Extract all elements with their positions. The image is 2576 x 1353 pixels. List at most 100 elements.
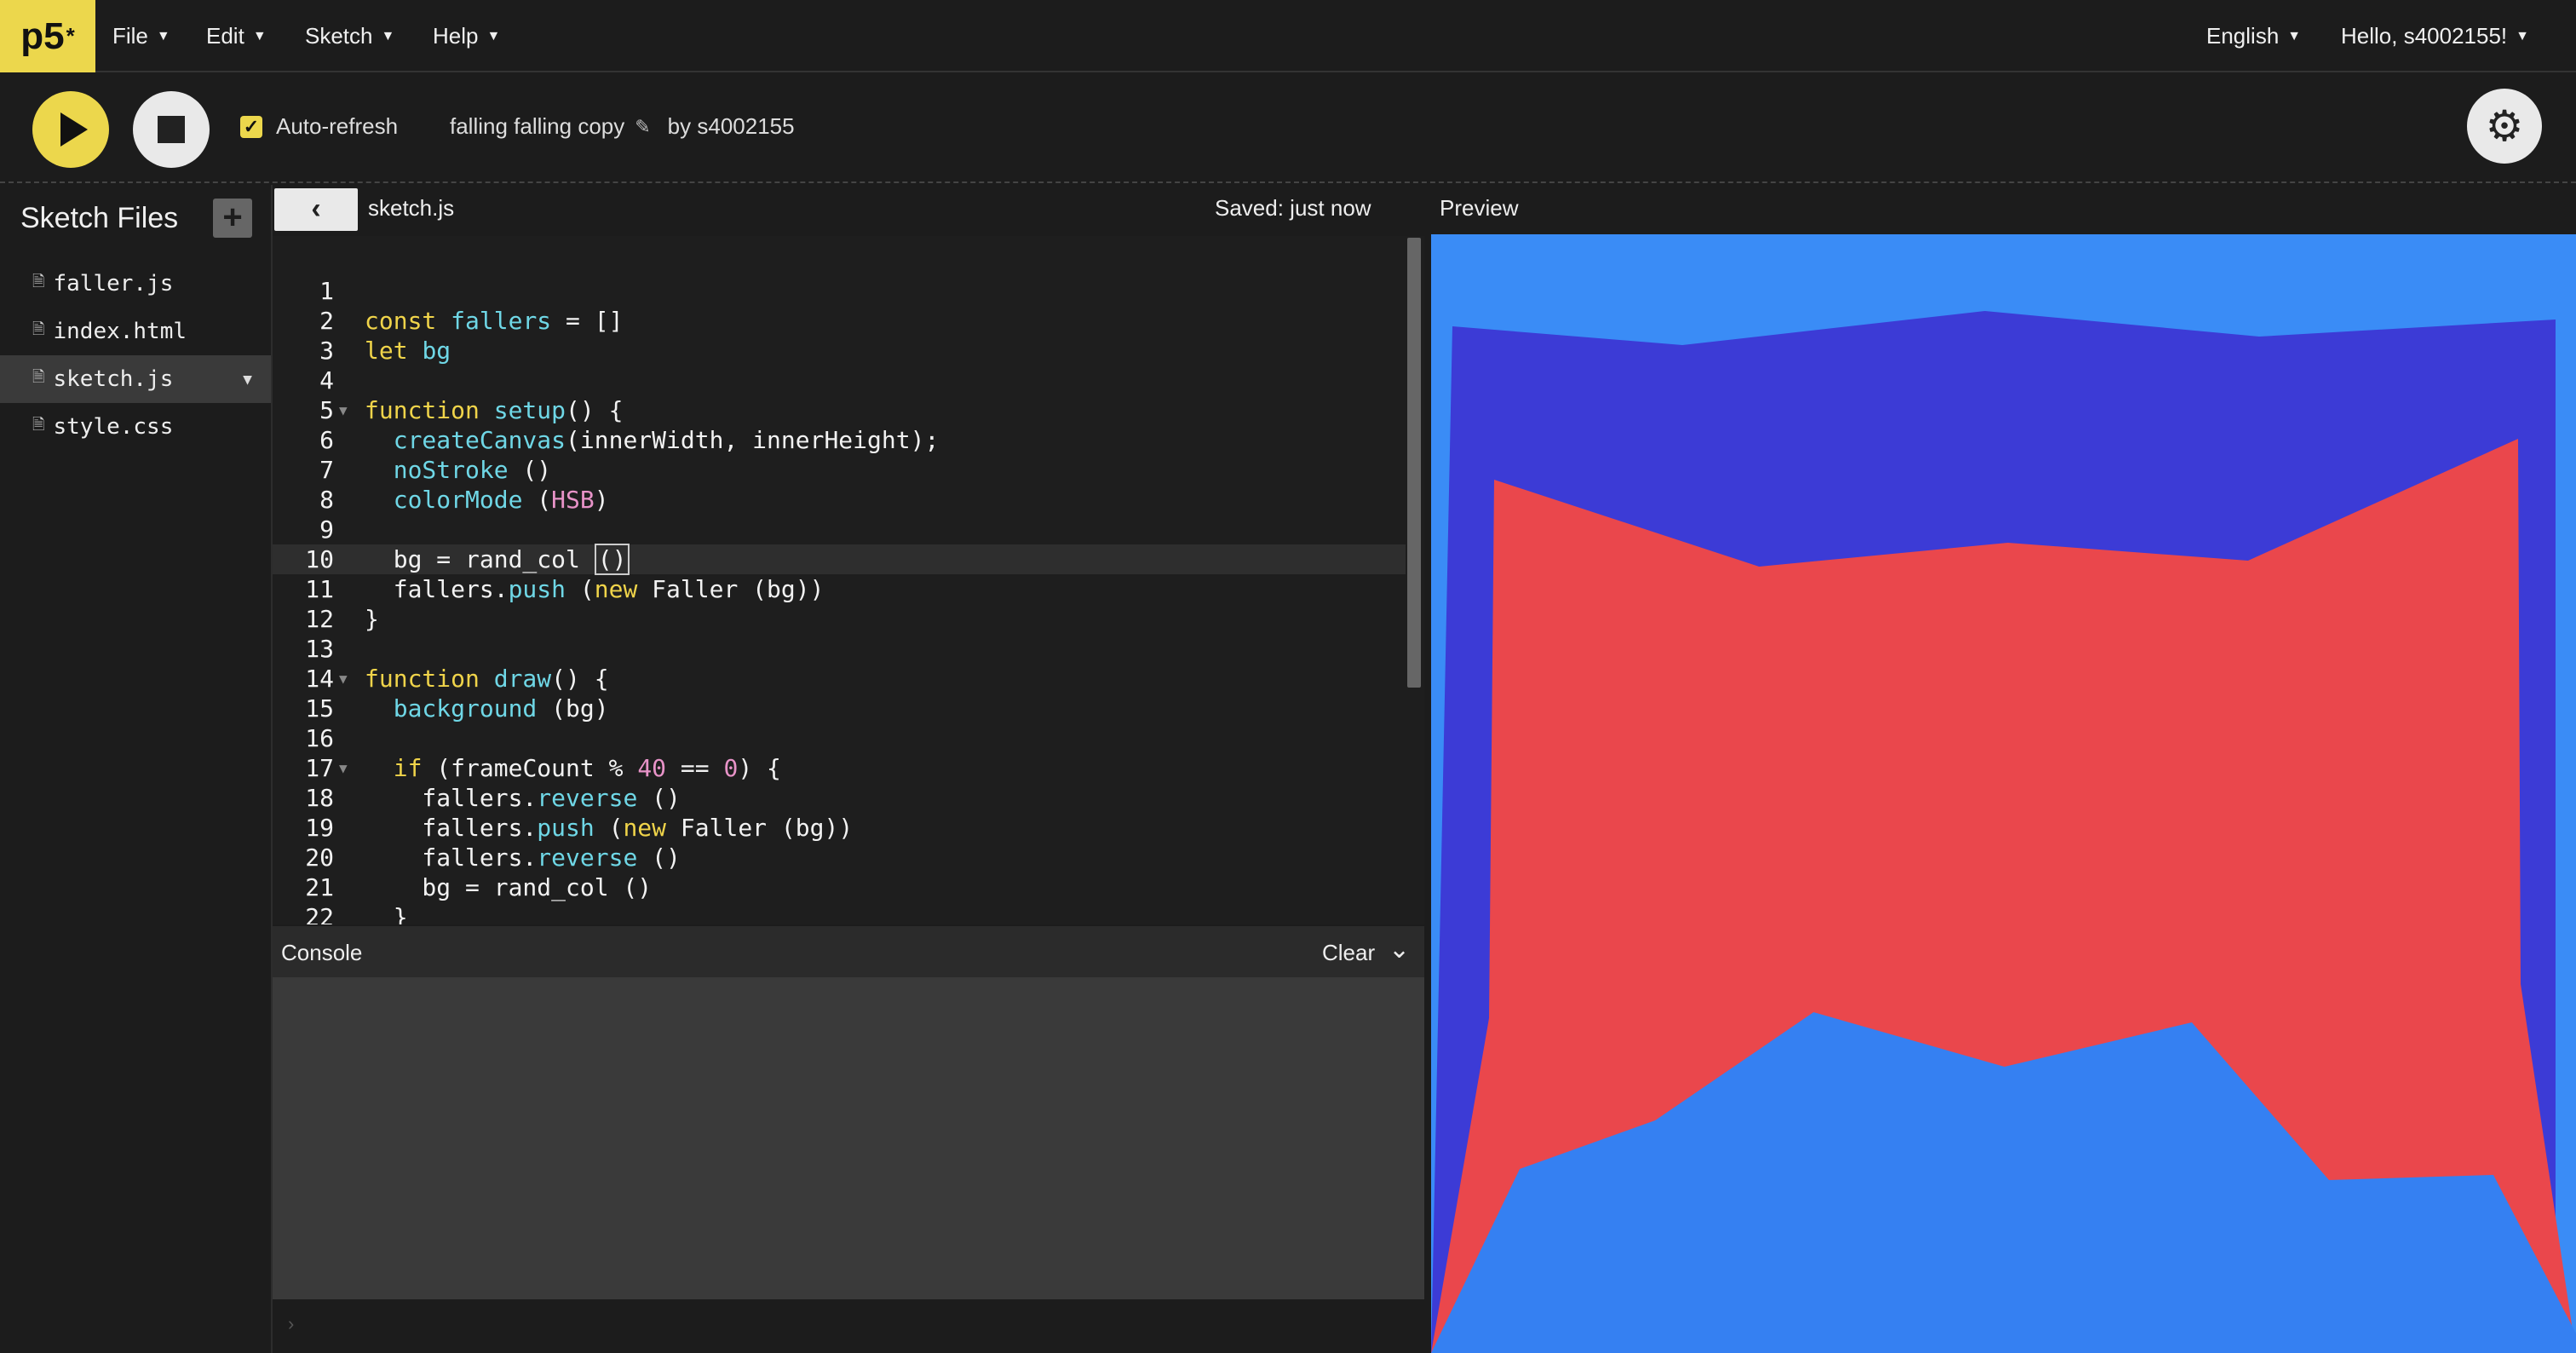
chevron-left-icon: ‹	[311, 193, 321, 225]
add-file-button[interactable]: +	[213, 199, 252, 238]
file-icon: 🗎	[32, 416, 45, 434]
code-text[interactable]: let bg	[365, 336, 451, 366]
line-number: 18	[305, 784, 334, 812]
code-line[interactable]: 21 bg = rand_col ()	[273, 872, 1406, 902]
sketch-name-text[interactable]: falling falling copy	[450, 113, 624, 140]
code-text[interactable]: fallers.push (new Faller (bg))	[365, 574, 825, 604]
code-text[interactable]: bg = rand_col ()	[365, 872, 652, 902]
pencil-icon[interactable]: ✎	[635, 116, 650, 138]
code-lines[interactable]: 1 2 const fallers = [] 3 let bg 4 5 ▼ function s…	[273, 236, 1406, 924]
code-text[interactable]: }	[365, 604, 379, 634]
code-line[interactable]: 17 ▼ if (frameCount % 40 == 0) {	[273, 753, 1406, 783]
stop-button[interactable]	[133, 91, 210, 168]
code-line[interactable]: 11 fallers.push (new Faller (bg))	[273, 574, 1406, 604]
file-item-index-html[interactable]: 🗎 index.html	[0, 308, 271, 355]
chevron-down-icon[interactable]: ▼	[243, 371, 252, 389]
file-list: 🗎 faller.js 🗎 index.html 🗎 sketch.js ▼ 🗎 styl…	[0, 260, 271, 451]
auto-refresh-toggle[interactable]: ✓ Auto-refresh	[240, 113, 398, 140]
code-text[interactable]: bg = rand_col ()	[365, 544, 630, 575]
toolbar: ✓ Auto-refresh falling falling copy ✎ by…	[0, 72, 2576, 183]
code-line[interactable]: 8 colorMode (HSB)	[273, 485, 1406, 515]
line-number: 2	[319, 307, 334, 335]
file-item-sketch-js[interactable]: 🗎 sketch.js ▼	[0, 355, 271, 403]
code-text[interactable]: function setup() {	[365, 395, 623, 425]
code-line[interactable]: 10 bg = rand_col ()	[273, 544, 1406, 575]
file-item-style-css[interactable]: 🗎 style.css	[0, 403, 271, 451]
logo-text: p5	[20, 14, 65, 57]
play-button[interactable]	[32, 91, 109, 168]
code-text[interactable]: fallers.push (new Faller (bg))	[365, 813, 853, 843]
code-text[interactable]: createCanvas(innerWidth, innerHeight);	[365, 425, 940, 455]
code-line[interactable]: 12}	[273, 604, 1406, 634]
code-text[interactable]: fallers.reverse ()	[365, 783, 680, 813]
language-label: English	[2206, 23, 2280, 49]
auto-refresh-label: Auto-refresh	[276, 113, 399, 139]
line-number: 9	[319, 515, 334, 544]
code-line[interactable]: 3 let bg	[273, 336, 1406, 366]
code-line[interactable]: 7 noStroke ()	[273, 455, 1406, 485]
code-text[interactable]: if (frameCount % 40 == 0) {	[365, 753, 781, 783]
saved-status: Saved: just now	[1215, 195, 1371, 221]
file-item-faller-js[interactable]: 🗎 faller.js	[0, 260, 271, 308]
code-line[interactable]: 22 }	[273, 902, 1406, 924]
code-line[interactable]: 19 fallers.push (new Faller (bg))	[273, 813, 1406, 843]
code-text[interactable]: function draw() {	[365, 664, 609, 694]
code-line[interactable]: 2 const fallers = []	[273, 306, 1406, 336]
p5-logo[interactable]: p5 *	[0, 0, 95, 72]
menu-help-label: Help	[433, 23, 479, 49]
code-line[interactable]: 20 fallers.reverse ()	[273, 843, 1406, 872]
code-line[interactable]: 6 createCanvas(innerWidth, innerHeight);	[273, 425, 1406, 455]
sidebar-title: Sketch Files	[20, 202, 179, 234]
chevron-down-icon: ▼	[2287, 28, 2302, 43]
menu-file[interactable]: File ▼	[112, 0, 170, 72]
fold-toggle-icon[interactable]: ▼	[339, 395, 348, 425]
code-line[interactable]: 14 ▼ function draw() {	[273, 664, 1406, 694]
code-line[interactable]: 16	[273, 723, 1406, 753]
preview-label: Preview	[1440, 195, 1519, 221]
code-text[interactable]: }	[365, 902, 408, 924]
menu-help[interactable]: Help ▼	[433, 0, 500, 72]
code-line[interactable]: 9	[273, 515, 1406, 544]
code-line[interactable]: 4	[273, 366, 1406, 395]
code-line[interactable]: 13	[273, 634, 1406, 664]
code-line[interactable]: 1	[273, 276, 1406, 306]
console-header: Console Clear ⌄	[273, 926, 1424, 977]
language-selector[interactable]: English ▼	[2206, 0, 2301, 72]
console-input[interactable]: ›	[273, 1299, 1424, 1353]
preview-canvas-svg	[1431, 311, 2576, 1353]
code-text[interactable]: fallers.reverse ()	[365, 843, 680, 872]
fold-toggle-icon[interactable]: ▼	[339, 753, 348, 783]
code-line[interactable]: 5 ▼ function setup() {	[273, 395, 1406, 425]
line-number: 12	[305, 605, 334, 633]
code-text[interactable]: colorMode (HSB)	[365, 485, 609, 515]
console-prompt: ›	[288, 1313, 295, 1334]
code-text[interactable]: background (bg)	[365, 694, 609, 723]
file-icon: 🗎	[32, 273, 45, 291]
code-text[interactable]: noStroke ()	[365, 455, 551, 485]
settings-button[interactable]: ⚙	[2467, 89, 2542, 164]
code-text[interactable]: const fallers = []	[365, 306, 623, 336]
menu-edit-label: Edit	[206, 23, 244, 49]
line-number: 17	[305, 754, 334, 782]
file-name: style.css	[53, 414, 174, 440]
menu-edit[interactable]: Edit ▼	[206, 0, 267, 72]
auto-refresh-checkbox[interactable]: ✓	[240, 115, 262, 138]
sketch-author: by s4002155	[667, 113, 795, 139]
code-line[interactable]: 18 fallers.reverse ()	[273, 783, 1406, 813]
collapse-sidebar-button[interactable]: ‹	[274, 188, 358, 231]
code-editor[interactable]: 1 2 const fallers = [] 3 let bg 4 5 ▼ function s…	[273, 236, 1424, 924]
editor-header: ‹ sketch.js Saved: just now	[273, 185, 1424, 236]
pane-divider[interactable]	[1424, 185, 1431, 1353]
chevron-down-icon[interactable]: ⌄	[1389, 935, 1410, 964]
fold-toggle-icon[interactable]: ▼	[339, 664, 348, 694]
user-menu[interactable]: Hello, s4002155! ▼	[2341, 0, 2529, 72]
sketch-preview-canvas[interactable]	[1431, 234, 2576, 1353]
console-clear-button[interactable]: Clear	[1322, 940, 1375, 966]
chevron-down-icon: ▼	[2516, 28, 2529, 43]
code-line[interactable]: 15 background (bg)	[273, 694, 1406, 723]
line-number: 20	[305, 843, 334, 872]
file-name: index.html	[53, 319, 187, 344]
menu-sketch[interactable]: Sketch ▼	[305, 0, 394, 72]
editor-scrollbar[interactable]	[1407, 238, 1421, 688]
sketch-name[interactable]: falling falling copy ✎ by s4002155	[450, 113, 795, 140]
